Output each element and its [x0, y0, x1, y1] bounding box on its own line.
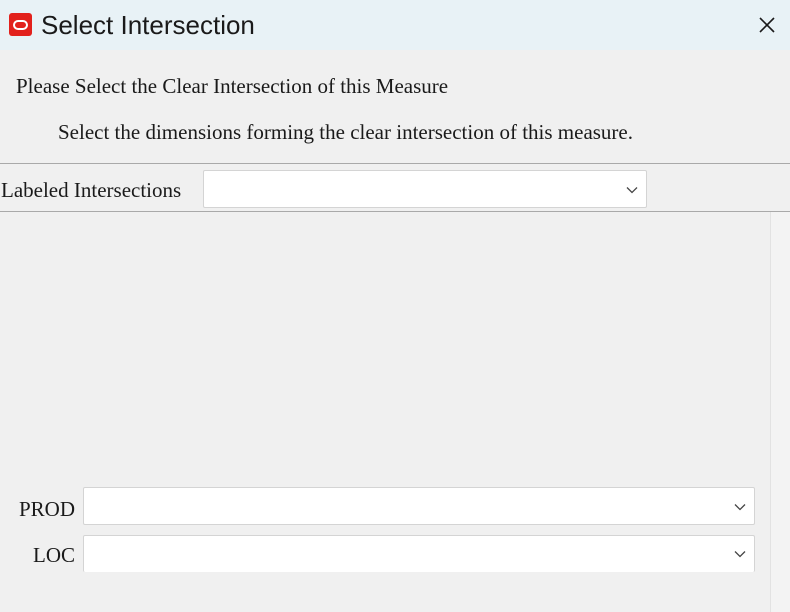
dialog-instructions: Select the dimensions forming the clear … [58, 120, 633, 144]
loc-dimension-label: LOC [33, 543, 75, 567]
chevron-down-icon [734, 551, 746, 558]
loc-dimension-select[interactable] [83, 535, 755, 572]
separator-top [0, 163, 790, 164]
labeled-intersections-label: Labeled Intersections [1, 178, 182, 202]
close-button[interactable] [752, 10, 782, 40]
dialog-heading: Please Select the Clear Intersection of … [16, 74, 449, 98]
close-icon [759, 17, 775, 33]
labeled-intersections-select[interactable] [203, 170, 647, 208]
window-title: Select Intersection [41, 10, 255, 40]
prod-dimension-select[interactable] [83, 487, 755, 525]
chevron-down-icon [626, 187, 638, 194]
oracle-logo-icon [9, 13, 32, 36]
vertical-scrollbar[interactable] [770, 212, 790, 612]
chevron-down-icon [734, 504, 746, 511]
select-intersection-dialog: Select Intersection Please Select the Cl… [0, 0, 790, 612]
title-bar: Select Intersection [0, 0, 790, 50]
prod-dimension-label: PROD [18, 497, 75, 521]
separator-bottom [0, 211, 790, 212]
